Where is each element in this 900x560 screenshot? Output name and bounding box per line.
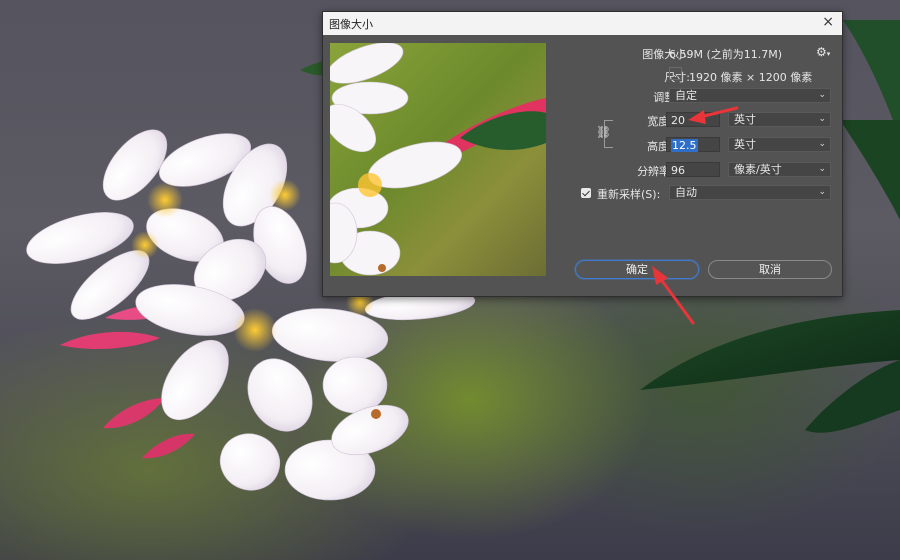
ok-button[interactable]: 确定 [575, 260, 699, 279]
image-size-dialog: 图像大小 × 图像大小: 6.59M (之前为11.7M) ⚙▾ 尺寸: ⌄ 1… [322, 11, 843, 297]
image-preview[interactable] [330, 43, 546, 276]
fit-to-select[interactable]: 自定 ⌄ [669, 88, 831, 103]
chevron-down-icon: ⌄ [818, 187, 826, 197]
dialog-title: 图像大小 [329, 18, 373, 31]
width-unit-select[interactable]: 英寸 ⌄ [728, 112, 831, 127]
width-value: 20 [671, 114, 685, 127]
image-size-value: 6.59M (之前为11.7M) [669, 48, 783, 61]
dimensions-dropdown-icon[interactable]: ⌄ [669, 67, 682, 80]
preview-photo [330, 43, 546, 276]
dimensions-value: 1920 像素 × 1200 像素 [689, 71, 813, 84]
resample-label: 重新采样(S): [597, 188, 661, 201]
chevron-down-icon: ⌄ [818, 164, 826, 174]
width-input[interactable]: 20 [666, 112, 720, 127]
desktop-background: 图像大小 × 图像大小: 6.59M (之前为11.7M) ⚙▾ 尺寸: ⌄ 1… [0, 0, 900, 560]
chevron-down-icon: ⌄ [818, 139, 826, 149]
resample-value: 自动 [675, 186, 697, 199]
close-icon[interactable]: × [822, 14, 834, 30]
resolution-input[interactable]: 96 [666, 162, 720, 177]
height-input[interactable]: 12.5 [666, 137, 720, 152]
height-value: 12.5 [671, 139, 698, 152]
chevron-down-icon: ⌄ [818, 90, 826, 100]
resample-select[interactable]: 自动 ⌄ [669, 185, 831, 200]
resample-checkbox[interactable] [581, 188, 591, 198]
gear-icon[interactable]: ⚙▾ [816, 45, 830, 59]
resolution-value: 96 [671, 164, 685, 177]
cancel-button[interactable]: 取消 [708, 260, 832, 279]
resolution-unit-value: 像素/英寸 [734, 163, 782, 176]
dialog-titlebar[interactable]: 图像大小 × [323, 12, 842, 35]
chevron-down-icon: ⌄ [818, 114, 826, 124]
width-unit-value: 英寸 [734, 113, 756, 126]
resolution-unit-select[interactable]: 像素/英寸 ⌄ [728, 162, 831, 177]
height-unit-select[interactable]: 英寸 ⌄ [728, 137, 831, 152]
height-unit-value: 英寸 [734, 138, 756, 151]
fit-to-value: 自定 [675, 89, 697, 102]
